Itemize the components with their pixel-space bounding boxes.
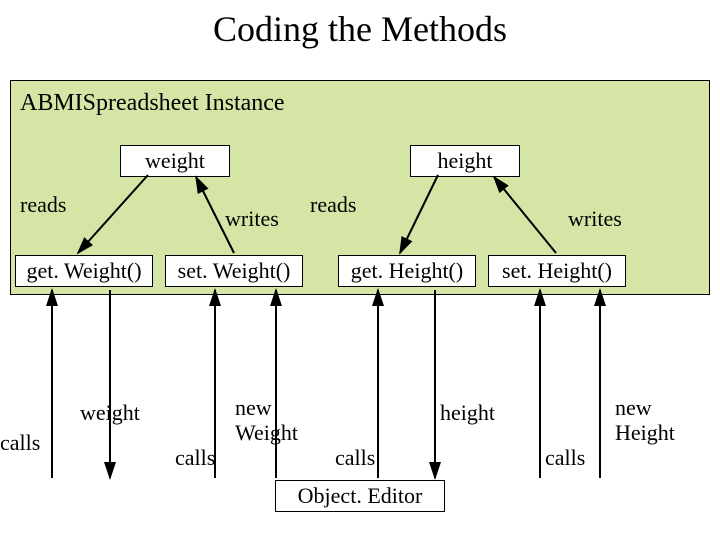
var-weight: weight: [120, 145, 230, 177]
label-writes-weight: writes: [225, 206, 279, 232]
label-new-height-1: new: [615, 395, 652, 421]
label-calls-1: calls: [0, 430, 40, 456]
object-editor: Object. Editor: [275, 480, 445, 512]
label-reads-height: reads: [310, 192, 356, 218]
label-writes-height: writes: [568, 206, 622, 232]
label-new-weight-1: new: [235, 395, 272, 421]
method-getheight: get. Height(): [338, 255, 476, 287]
label-new-height-2: Height: [615, 420, 675, 446]
label-calls-2: calls: [175, 445, 215, 471]
instance-label: ABMISpreadsheet Instance: [20, 90, 285, 117]
method-setheight: set. Height(): [488, 255, 626, 287]
method-setweight: set. Weight(): [165, 255, 303, 287]
var-height: height: [410, 145, 520, 177]
page-title: Coding the Methods: [0, 8, 720, 50]
method-getweight: get. Weight(): [15, 255, 153, 287]
label-calls-4: calls: [545, 445, 585, 471]
label-calls-3: calls: [335, 445, 375, 471]
label-param-weight: weight: [80, 400, 140, 426]
label-reads-weight: reads: [20, 192, 66, 218]
label-param-height: height: [440, 400, 495, 426]
diagram-stage: Coding the Methods ABMISpreadsheet Insta…: [0, 0, 720, 540]
label-new-weight-2: Weight: [235, 420, 298, 446]
